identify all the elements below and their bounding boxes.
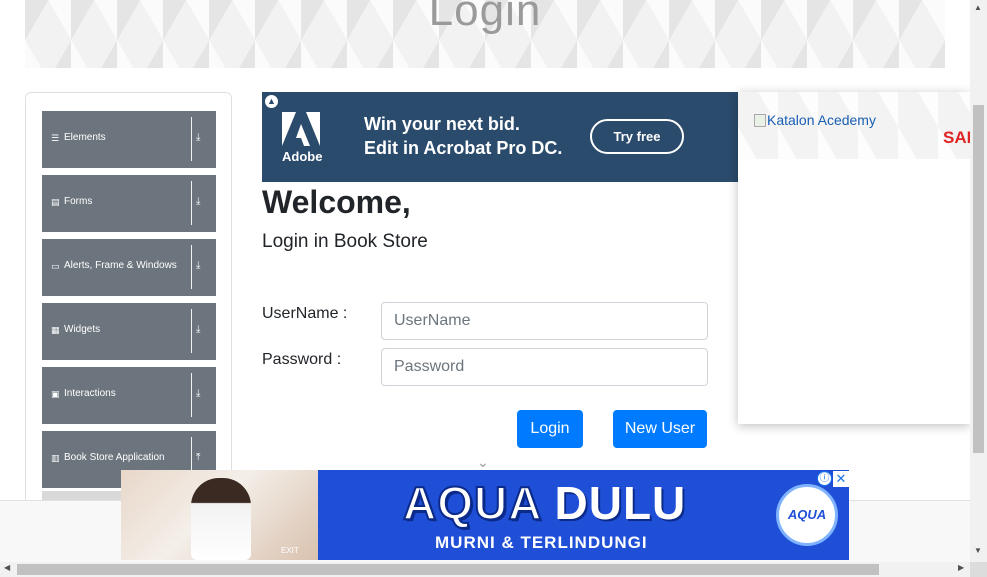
group-divider (191, 117, 192, 161)
download-chevron-icon[interactable]: ⤓ (196, 195, 200, 209)
nav-group-widgets[interactable]: ▦ Widgets ⤓ (42, 303, 216, 360)
aqua-subheadline: MURNI & TERLINDUNGI (435, 533, 648, 552)
window-icon: ▭ (51, 261, 60, 271)
ad-photo: EXIT (121, 470, 318, 560)
books-icon: ▥ (51, 453, 60, 463)
new-user-button[interactable]: New User (613, 410, 707, 448)
image-alt-text: Katalon Acedemy (767, 112, 876, 128)
ad-close-icon[interactable]: ✕ (833, 471, 849, 487)
katalon-academy-image-link[interactable]: Katalon Acedemy (754, 112, 876, 128)
aqua-brand-word: AQUA (402, 476, 541, 530)
ad-headline-1: Win your next bid. (364, 114, 520, 134)
ad-info-icon[interactable]: ⓘ (817, 471, 832, 486)
grid-icon: ▦ (51, 325, 60, 335)
horizontal-scroll-thumb[interactable] (17, 564, 879, 575)
try-free-button[interactable]: Try free (590, 119, 684, 154)
download-chevron-icon[interactable]: ⤓ (196, 259, 200, 273)
ad-headline-2: Edit in Acrobat Pro DC. (364, 138, 563, 158)
scroll-up-arrow-icon[interactable]: ▲ (974, 3, 982, 12)
group-divider (191, 181, 192, 225)
welcome-heading: Welcome, (262, 184, 411, 220)
nav-group-label: Book Store Application (64, 452, 165, 463)
aqua-headline: AQUA DULU (402, 476, 687, 530)
scrollbar-corner (970, 562, 987, 577)
page-title: Login (428, 0, 542, 35)
list-icon: ☰ (51, 133, 60, 143)
horizontal-scrollbar[interactable]: ◀ ▶ (0, 562, 970, 577)
aqua-headline-rest: DULU (554, 477, 687, 529)
nav-group-alerts-frame-windows[interactable]: ▭ Alerts, Frame & Windows ⤓ (42, 239, 216, 296)
upload-chevron-icon[interactable]: ⤒ (196, 451, 200, 465)
broken-image-icon (754, 114, 766, 127)
nav-group-label: Alerts, Frame & Windows (64, 260, 177, 271)
username-input[interactable] (381, 302, 708, 340)
nav-group-label: Forms (64, 196, 93, 207)
password-label: Password : (262, 351, 342, 368)
adobe-ad-banner[interactable]: ▲ Adobe Win your next bid. Edit in Acrob… (262, 92, 738, 182)
download-chevron-icon[interactable]: ⤓ (196, 131, 200, 145)
aqua-ad-banner[interactable]: EXIT AQUA DULU MURNI & TERLINDUNGI AQUA (121, 470, 849, 560)
page-header-banner: Login (25, 0, 945, 68)
sale-text-fragment: SAL (943, 128, 970, 147)
photo-caption: EXIT (281, 546, 299, 555)
login-subtitle: Login in Book Store (262, 231, 428, 252)
nav-group-elements[interactable]: ☰ Elements ⤓ (42, 111, 216, 168)
download-chevron-icon[interactable]: ⤓ (196, 387, 200, 401)
login-button[interactable]: Login (517, 410, 583, 448)
download-chevron-icon[interactable]: ⤓ (196, 323, 200, 337)
group-divider (191, 373, 192, 417)
form-icon: ▤ (51, 197, 60, 207)
aqua-logo: AQUA (776, 484, 838, 546)
square-icon: ▣ (51, 389, 60, 399)
nav-group-forms[interactable]: ▤ Forms ⤓ (42, 175, 216, 232)
scroll-left-arrow-icon[interactable]: ◀ (4, 563, 10, 572)
left-nav-panel: ☰ Elements ⤓ ▤ Forms ⤓ ▭ Alerts, Frame &… (25, 92, 232, 512)
password-input[interactable] (381, 348, 708, 386)
nav-group-label: Widgets (64, 324, 101, 335)
adobe-brand-text: Adobe (282, 149, 323, 164)
nav-group-label: Elements (64, 132, 106, 143)
person-drinking-image (191, 478, 251, 560)
group-divider (191, 309, 192, 353)
browser-viewport: Login ☰ Elements ⤓ ▤ Forms ⤓ ▭ Alerts, F… (0, 0, 970, 562)
ad-choices-icon[interactable]: ▲ (265, 95, 278, 108)
vertical-scroll-thumb[interactable] (973, 105, 984, 453)
scroll-right-arrow-icon[interactable]: ▶ (958, 563, 964, 572)
group-divider (191, 245, 192, 289)
chevron-down-icon[interactable]: ⌄ (477, 454, 489, 471)
nav-group-interactions[interactable]: ▣ Interactions ⤓ (42, 367, 216, 424)
right-sidebar-ad[interactable]: Katalon Acedemy SAL (738, 92, 970, 424)
adobe-logo-icon (282, 112, 320, 146)
nav-group-label: Interactions (64, 388, 116, 399)
username-label: UserName : (262, 305, 348, 322)
vertical-scrollbar[interactable]: ▲ ▼ (970, 0, 987, 562)
scroll-down-arrow-icon[interactable]: ▼ (974, 546, 982, 555)
